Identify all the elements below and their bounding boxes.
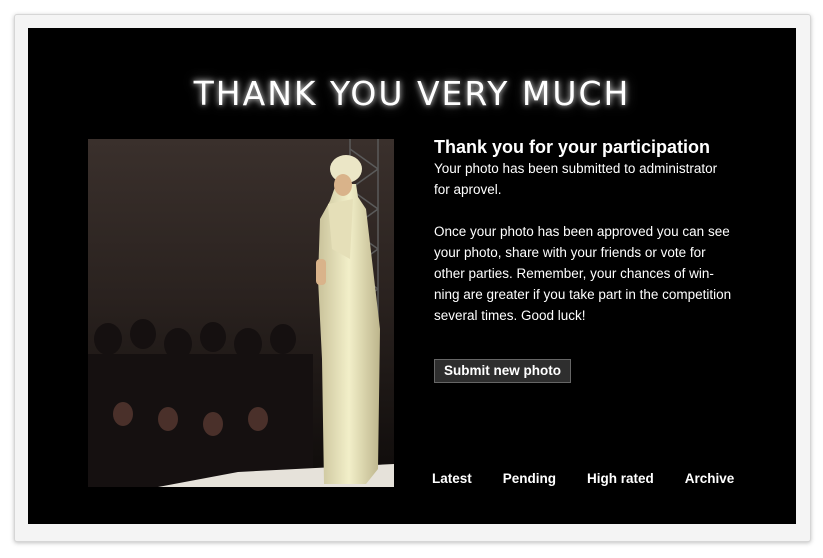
confirmation-line: Your photo has been submitted to adminis… — [434, 161, 718, 176]
approval-info-line: several times. Good luck! — [434, 308, 586, 323]
page-headline: THANK YOU VERY MUCH — [193, 74, 631, 113]
nav-pending[interactable]: Pending — [503, 471, 556, 486]
nav-high-rated[interactable]: High rated — [587, 471, 654, 486]
confirmation-line: for aprovel. — [434, 182, 502, 197]
content-panel: THANK YOU VERY MUCH Thank you for your p… — [28, 28, 796, 524]
confirmation-title: Thank you for your participation — [434, 137, 711, 157]
approval-info-line: other parties. Remember, your chances of… — [434, 266, 714, 281]
nav-latest[interactable]: Latest — [432, 471, 472, 486]
approval-info-line: Once your photo has been approved you ca… — [434, 224, 730, 239]
gallery-nav: Latest Pending High rated Archive — [432, 471, 765, 486]
approval-info-line: your photo, share with your friends or v… — [434, 245, 706, 260]
submit-new-photo-button[interactable]: Submit new photo — [434, 359, 571, 383]
submitted-photo — [88, 139, 394, 487]
nav-archive[interactable]: Archive — [685, 471, 735, 486]
approval-info-line: ning are greater if you take part in the… — [434, 287, 732, 302]
confirmation-text: Thank you for your participation Your ph… — [434, 136, 764, 326]
